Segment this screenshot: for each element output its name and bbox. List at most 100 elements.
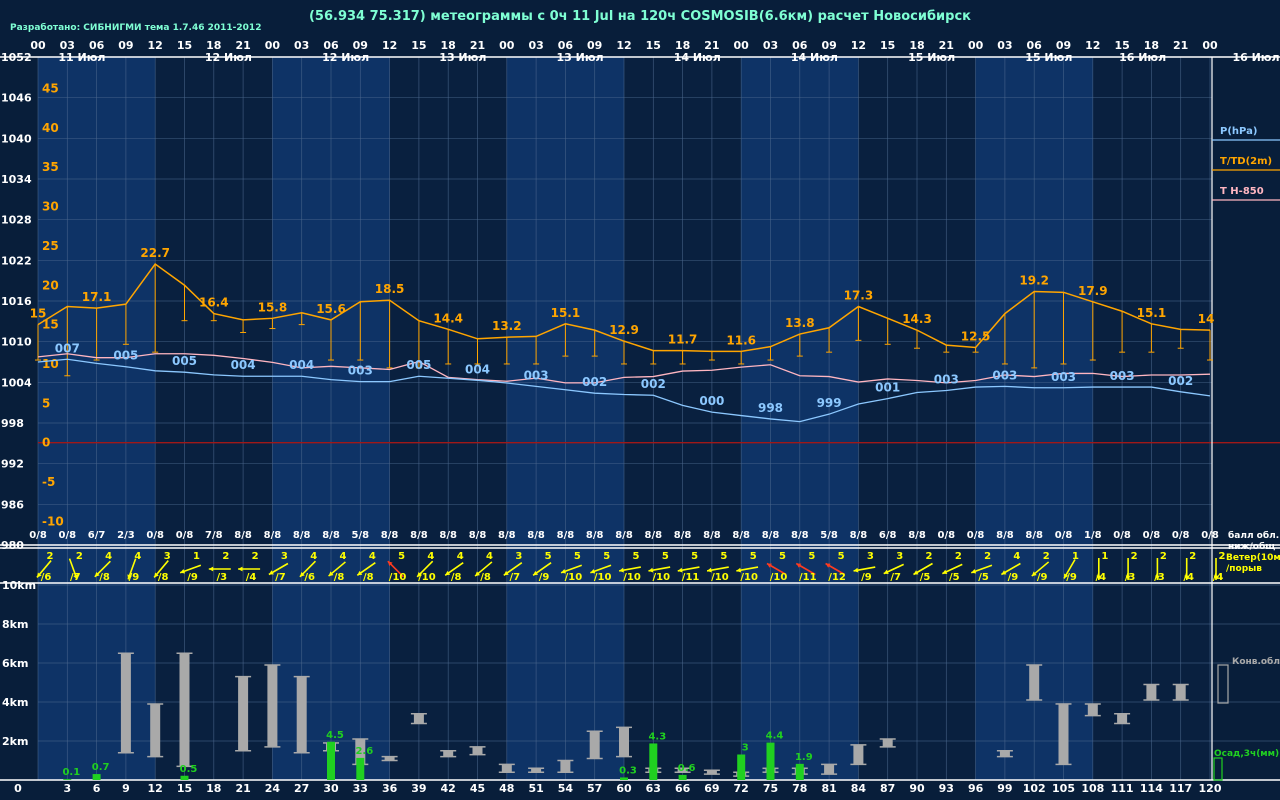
hour-tick-label: 15 [411,39,426,52]
forecast-hour-label: 48 [499,782,514,795]
pressure-value-label: 998 [758,401,783,415]
wind-speed-label: 5 [574,551,581,562]
precip-value-label: 0.7 [92,762,110,773]
conv-cloud-bar [882,739,893,747]
pressure-value-label: 003 [524,368,549,382]
wind-speed-label: 2 [1189,551,1196,562]
temperature-value-label: 17.9 [1078,284,1108,298]
pressure-tick-label: 1022 [1,254,32,267]
hour-tick-label: 03 [997,39,1012,52]
conv-cloud-bar [619,727,629,757]
cloud-cover-label: 8/8 [1025,530,1043,541]
height-tick-label: 2km [2,735,28,748]
hour-tick-label: 21 [1173,39,1188,52]
hour-tick-label: 09 [118,39,133,52]
cloud-cover-label: 7/8 [205,530,223,541]
forecast-hour-label: 42 [441,782,456,795]
forecast-hour-label: 36 [382,782,398,795]
wind-gust-label: /8 [99,572,110,583]
wind-speed-label: 4 [369,551,376,562]
precip-bar [620,777,628,780]
height-tick-label: 6km [2,657,28,670]
temperature-tick-label: 45 [42,81,59,95]
wind-speed-label: 5 [750,551,757,562]
pressure-tick-label: 1010 [1,336,32,349]
date-label: 12 Июл [322,51,369,64]
precip-bar [92,774,101,780]
precip-bar [356,757,365,780]
date-label: 14 Июл [674,51,721,64]
cloud-caption-line2: ниж/общ [1228,541,1275,552]
wind-gust-label: /9 [187,572,198,583]
wind-speed-label: 2 [252,551,259,562]
conv-cloud-bar [413,713,424,724]
wind-speed-label: 4 [105,551,112,562]
wind-speed-label: 4 [134,551,141,562]
cloud-cover-label: 8/8 [791,530,809,541]
hour-tick-label: 03 [763,39,778,52]
pressure-value-label: 003 [992,368,1017,382]
wind-speed-label: 3 [515,551,522,562]
forecast-hour-label: 63 [646,782,661,795]
forecast-hour-label: 54 [558,782,574,795]
forecast-hour-label: 111 [1111,782,1134,795]
conv-cloud-bar [589,731,600,759]
cloud-cover-label: 8/8 [586,530,604,541]
cloud-cover-label: 8/8 [322,530,340,541]
conv-cloud-bar [1146,684,1157,701]
precip-bar [180,775,189,780]
forecast-hour-label: 9 [122,782,130,795]
wind-speed-label: 5 [691,551,698,562]
wind-speed-label: 2 [984,551,991,562]
conv-cloud-bar [1087,703,1098,716]
forecast-hour-label: 114 [1140,782,1163,795]
wind-gust-label: /5 [949,572,960,583]
conv-cloud-bar [267,664,278,747]
cloud-cover-label: 2/3 [117,530,135,541]
height-tick-label: 4km [2,696,28,709]
hour-tick-label: 00 [1202,39,1218,52]
legend-label: T H-850 [1220,186,1264,197]
precip-value-label: 0.1 [62,767,80,778]
wind-gust-label: /9 [1066,572,1077,583]
temperature-value-label: 19.2 [1019,274,1049,288]
wind-gust-label: /9 [1037,572,1048,583]
forecast-hour-label: 24 [265,782,281,795]
cloud-cover-label: 0/8 [1201,530,1219,541]
forecast-hour-label: 21 [235,782,250,795]
wind-speed-label: 4 [427,551,434,562]
wind-gust-label: /10 [740,572,758,583]
hour-tick-label: 15 [880,39,895,52]
cloud-cover-label: 6/7 [88,530,106,541]
legend-label: P(hPa) [1220,126,1257,137]
precip-value-label: 0.3 [619,765,637,776]
wind-gust-label: /9 [129,572,140,583]
wind-speed-label: 4 [457,551,464,562]
forecast-hour-label: 120 [1199,782,1222,795]
forecast-hour-label: 45 [470,782,485,795]
cloud-cover-label: 0/8 [1172,530,1190,541]
cloud-cover-label: 8/8 [381,530,399,541]
cloud-cover-label: 8/8 [645,530,663,541]
precip-value-label: 2.6 [355,746,373,757]
cloud-cover-label: 8/8 [615,530,633,541]
wind-speed-label: 2 [1160,551,1167,562]
wind-gust-label: /10 [623,572,641,583]
wind-gust-label: /10 [770,572,788,583]
temperature-tick-label: 10 [42,357,59,371]
temperature-value-label: 17.3 [844,289,874,303]
wind-speed-label: 2 [76,551,83,562]
hour-tick-label: 12 [148,39,163,52]
wind-gust-label: /10 [389,572,407,583]
hour-tick-label: 12 [382,39,397,52]
precip-value-label: 3 [742,743,749,754]
cloud-cover-label: 8/8 [674,530,692,541]
forecast-hour-label: 81 [821,782,836,795]
conv-cloud-bar [472,746,483,755]
cloud-cover-label: 6/8 [879,530,897,541]
wind-speed-label: 5 [633,551,640,562]
pressure-value-label: 005 [406,358,431,372]
precip-legend-label: Осад,3ч(мм) [1214,749,1279,759]
conv-cloud-bar [560,760,571,773]
cloud-caption-line1: балл обл. [1228,530,1279,541]
